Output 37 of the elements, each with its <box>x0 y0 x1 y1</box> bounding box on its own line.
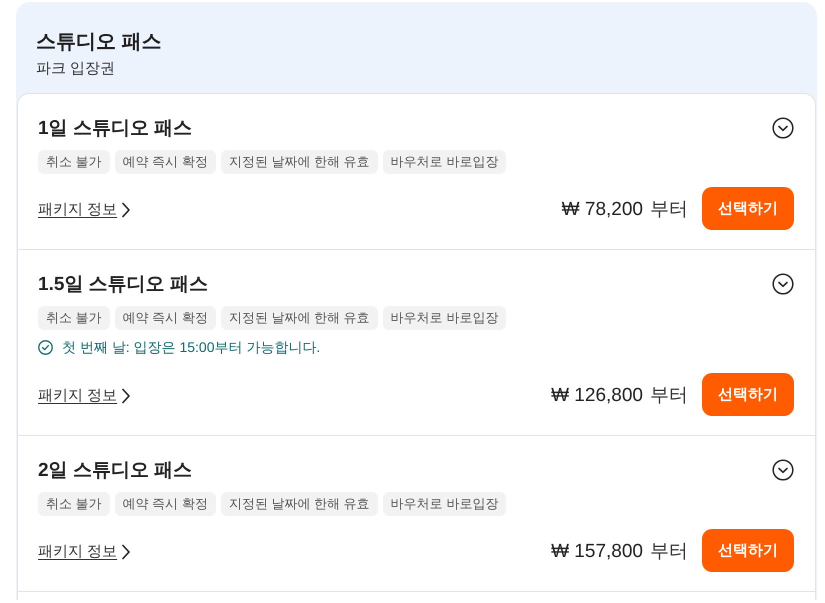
price: ₩ 78,200 <box>562 198 643 220</box>
panel-title: 스튜디오 패스 <box>36 30 162 55</box>
chevron-right-icon <box>121 388 132 404</box>
feature-tag: 지정된 날짜에 한해 유효 <box>220 150 378 174</box>
feature-tag: 지정된 날짜에 한해 유효 <box>220 306 378 330</box>
entry-note: 첫 번째 날: 입장은 15:00부터 가능합니다. <box>62 338 320 357</box>
price-suffix: 부터 <box>650 540 688 564</box>
feature-tag: 지정된 날짜에 한해 유효 <box>220 492 378 516</box>
feature-tag: 바우처로 바로입장 <box>382 150 506 174</box>
package-title: 2일 스튜디오 패스 <box>38 459 192 483</box>
feature-tag: 취소 불가 <box>38 306 110 330</box>
expand-toggle[interactable] <box>772 117 794 139</box>
package-info-link[interactable]: 패키지 정보 <box>38 542 132 561</box>
chevron-right-icon <box>121 202 132 218</box>
package-title: 1일 스튜디오 패스 <box>38 117 192 141</box>
feature-tag: 취소 불가 <box>38 492 110 516</box>
feature-tag: 바우처로 바로입장 <box>382 306 506 330</box>
expand-toggle[interactable] <box>772 273 794 295</box>
feature-tag: 예약 즉시 확정 <box>114 306 216 330</box>
price-suffix: 부터 <box>650 198 688 222</box>
package-info-link[interactable]: 패키지 정보 <box>38 386 132 405</box>
feature-tag: 예약 즉시 확정 <box>114 150 216 174</box>
chevron-right-icon <box>121 544 132 560</box>
price: ₩ 157,800 <box>551 540 643 562</box>
feature-tag: 바우처로 바로입장 <box>382 492 506 516</box>
price: ₩ 126,800 <box>551 384 643 406</box>
package-info-link[interactable]: 패키지 정보 <box>38 200 132 219</box>
feature-tag: 예약 즉시 확정 <box>114 492 216 516</box>
feature-tag: 취소 불가 <box>38 150 110 174</box>
panel-subtitle: 파크 입장권 <box>36 59 116 79</box>
chevron-down-circle-icon <box>772 459 794 481</box>
chevron-down-circle-icon <box>772 117 794 139</box>
chevron-down-circle-icon <box>772 273 794 295</box>
package-title: 1.5일 스튜디오 패스 <box>38 273 208 297</box>
check-circle-icon <box>38 340 53 354</box>
expand-toggle[interactable] <box>772 459 794 481</box>
price-suffix: 부터 <box>650 384 688 408</box>
